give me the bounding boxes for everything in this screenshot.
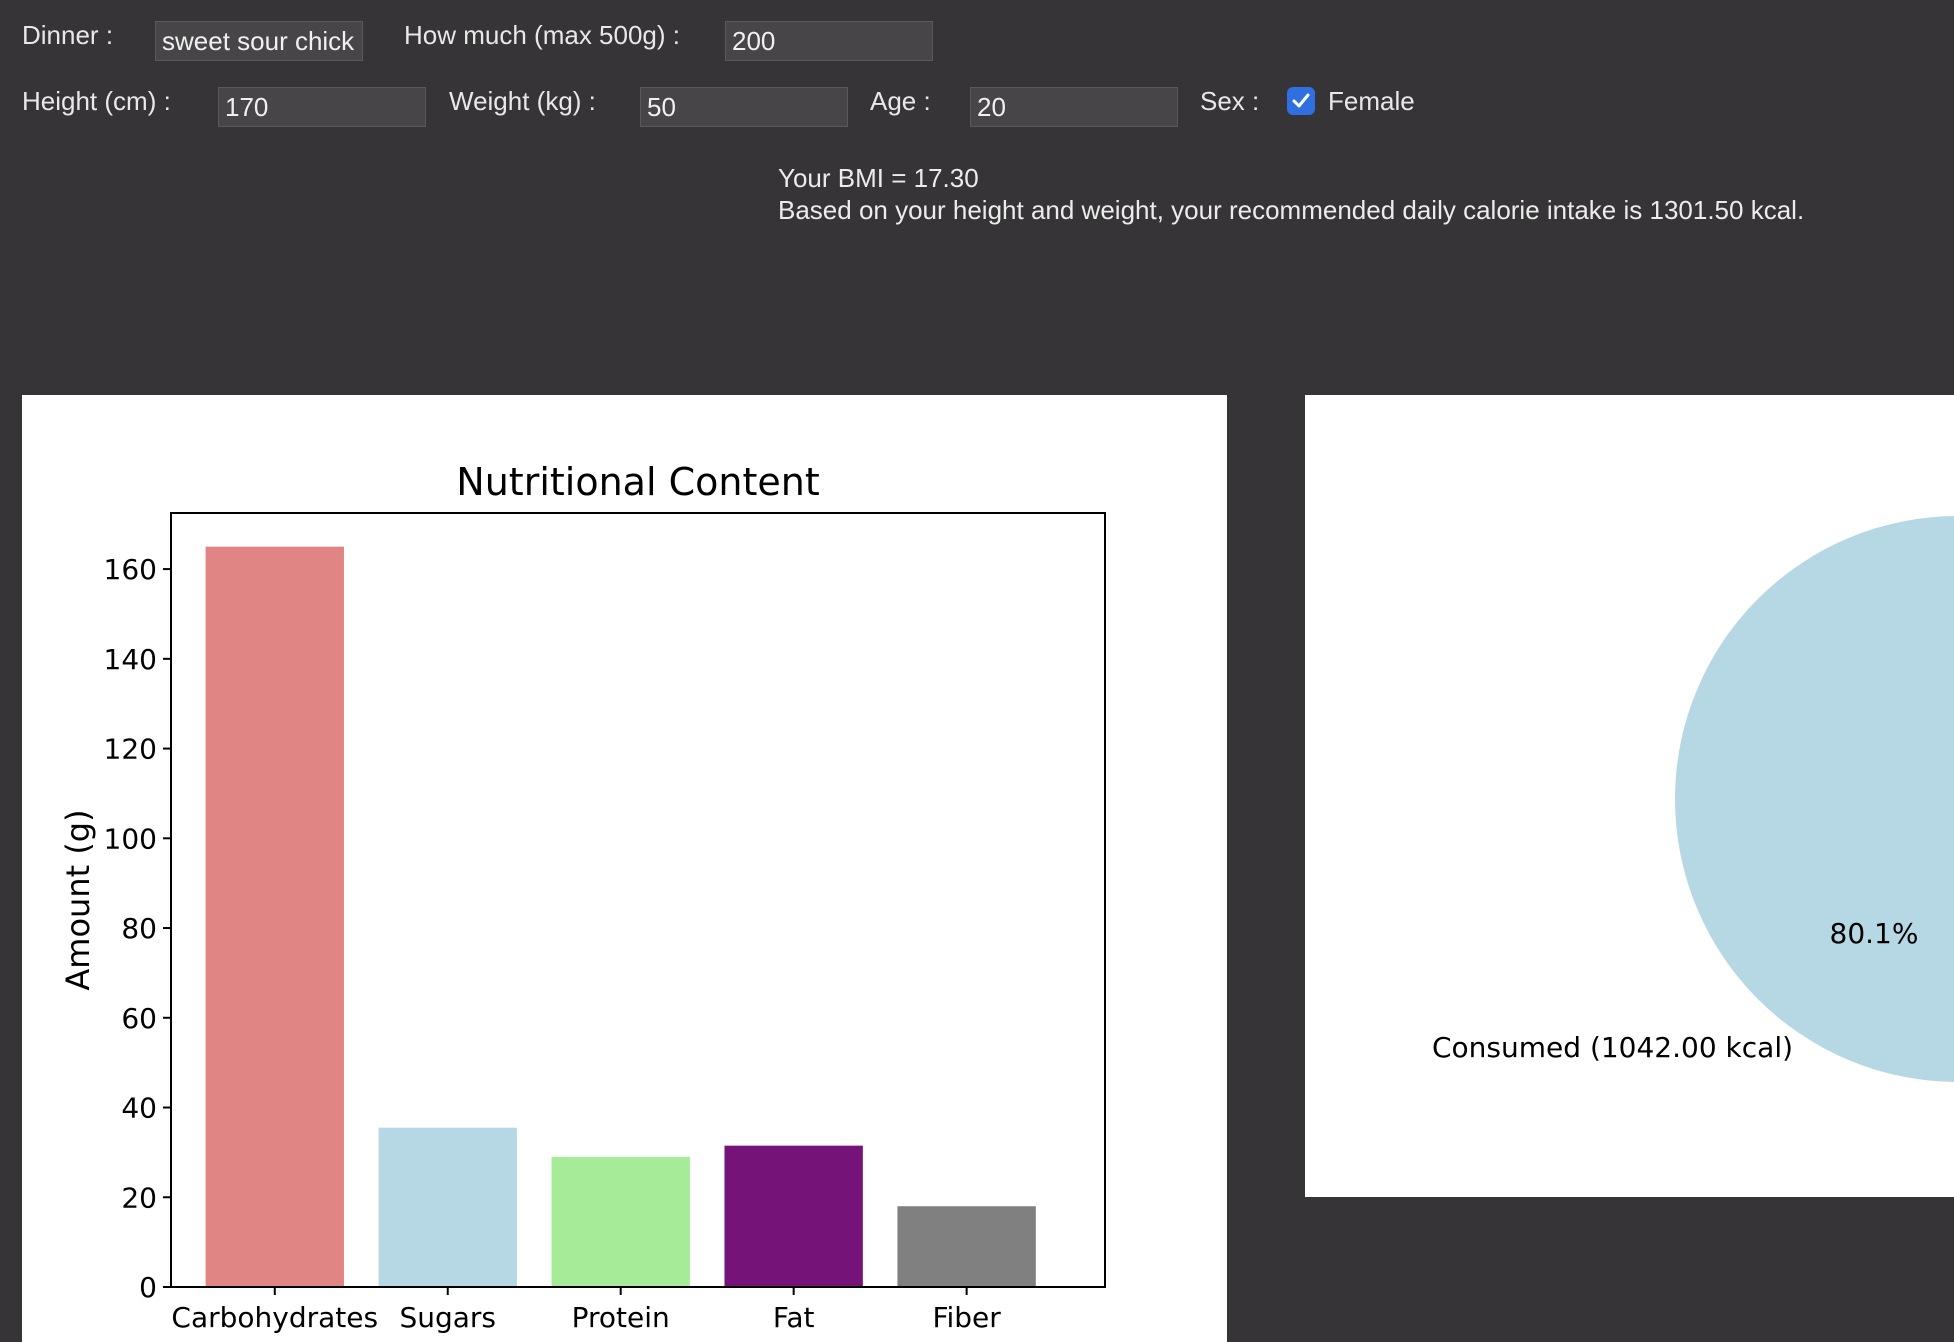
y-tick-label: 60 [121, 1002, 157, 1035]
pie-slice-label: Consumed (1042.00 kcal) [1432, 1031, 1793, 1064]
bar-fat [724, 1145, 863, 1287]
bar-protein [551, 1156, 690, 1287]
calorie-pie-chart: 80.1% Consumed (1042.00 kcal) [1432, 516, 1954, 1082]
y-tick-label: 0 [139, 1271, 157, 1304]
checkmark-icon [1292, 93, 1310, 108]
chart-title: Nutritional Content [456, 460, 819, 504]
weight-input[interactable]: 50 [640, 87, 848, 127]
pie-percent-label: 80.1% [1830, 917, 1919, 950]
bar-carbohydrates [205, 546, 344, 1287]
female-checkbox[interactable] [1287, 87, 1315, 115]
dinner-input[interactable]: sweet sour chick [155, 21, 363, 61]
weight-label: Weight (kg) : [449, 86, 596, 116]
calorie-pie-panel: 80.1% Consumed (1042.00 kcal) [1305, 395, 1954, 1197]
x-tick-label: Carbohydrates [171, 1301, 378, 1334]
age-input[interactable]: 20 [970, 87, 1178, 127]
x-tick-label: Fat [773, 1301, 815, 1334]
bar-sugars [378, 1127, 517, 1287]
nutrition-bar-chart: Nutritional Content Amount (g) Carbohydrat… [59, 460, 1106, 1334]
height-input[interactable]: 170 [218, 87, 426, 127]
nutrition-chart-panel: Nutritional Content Amount (g) Carbohydrat… [22, 395, 1227, 1342]
calorie-text: Based on your height and weight, your re… [778, 195, 1805, 225]
bar-fiber [897, 1206, 1036, 1287]
y-tick-label: 160 [104, 553, 157, 586]
y-tick-label: 120 [104, 733, 157, 766]
pie-slice-consumed [1675, 516, 1954, 1082]
age-label: Age : [870, 86, 931, 116]
y-axis-label: Amount (g) [59, 809, 97, 990]
howmuch-label: How much (max 500g) : [404, 20, 680, 50]
x-tick-label: Sugars [399, 1301, 496, 1334]
y-tick-label: 140 [104, 643, 157, 676]
amount-input[interactable]: 200 [725, 21, 933, 61]
x-tick-label: Fiber [932, 1301, 1001, 1334]
height-label: Height (cm) : [22, 86, 171, 116]
bmi-text: Your BMI = 17.30 [778, 163, 979, 193]
female-label[interactable]: Female [1328, 86, 1415, 117]
x-tick-label: Protein [572, 1301, 670, 1334]
y-tick-label: 80 [121, 912, 157, 945]
sex-label: Sex : [1200, 86, 1260, 116]
y-tick-label: 40 [121, 1092, 157, 1125]
y-tick-label: 100 [104, 822, 157, 855]
y-tick-label: 20 [121, 1181, 157, 1214]
dinner-label: Dinner : [22, 20, 114, 50]
